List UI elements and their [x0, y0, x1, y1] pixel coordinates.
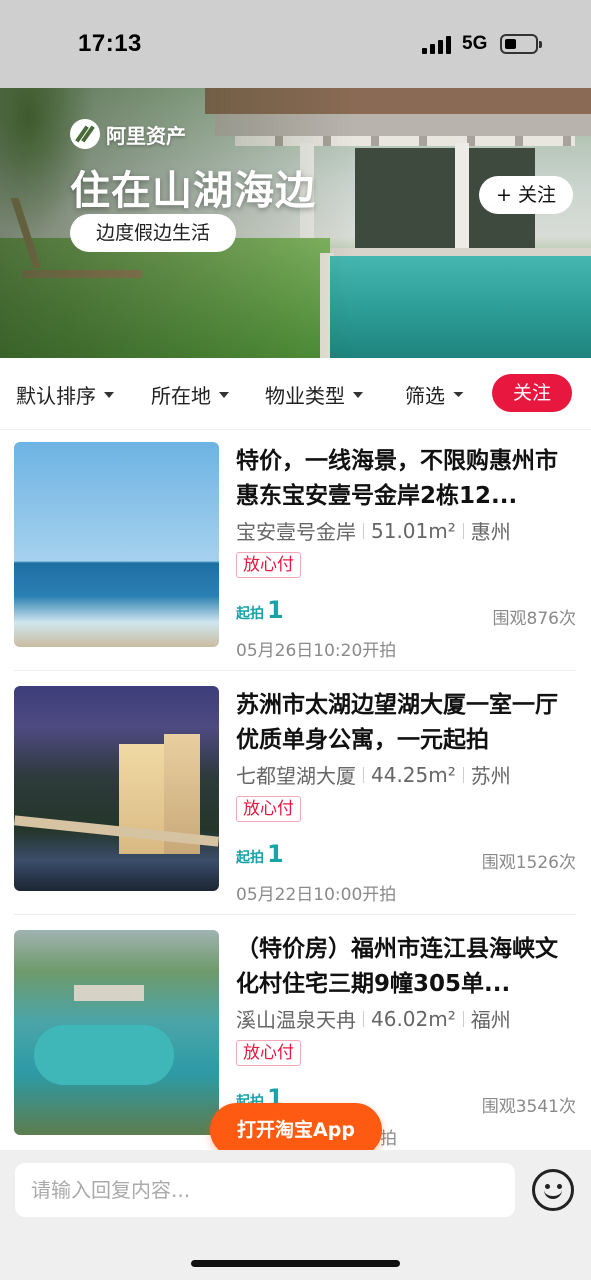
filter-sort[interactable]: 默认排序 [16, 380, 114, 409]
listing-title: 特价，一线海景，不限购惠州市惠东宝安壹号金岸2栋12... [236, 448, 558, 509]
filter-sort-label: 默认排序 [16, 384, 96, 408]
listing-city: 惠州 [470, 520, 511, 544]
auction-time: 05月26日10:20开拍 [236, 641, 397, 661]
listing-title: 苏洲市太湖边望湖大厦一室一厅优质单身公寓，一元起拍 [236, 692, 558, 753]
secure-pay-badge: 放心付 [236, 552, 301, 578]
listing-area: 46.02m² [371, 1006, 456, 1031]
meta-divider [462, 766, 464, 783]
listing-title: （特价房）福州市连江县海峡文化村住宅三期9幢305单... [236, 936, 558, 997]
listing-community: 七都望湖大厦 [236, 764, 356, 788]
reply-input[interactable] [15, 1163, 515, 1217]
auction-time: 05月22日10:00开拍 [236, 885, 397, 905]
listing-city: 苏州 [470, 764, 511, 788]
filter-property-type[interactable]: 物业类型 [265, 380, 363, 409]
follow-banner-button[interactable]: + 关注 [479, 176, 573, 214]
filter-property-type-label: 物业类型 [265, 384, 345, 408]
meta-divider [462, 1010, 464, 1027]
divider [14, 670, 576, 671]
start-price-label: 起拍 [236, 606, 264, 622]
funnel-icon: ⏷ [453, 386, 465, 403]
listing-community: 宝安壹号金岸 [236, 520, 356, 544]
secure-pay-badge: 放心付 [236, 1040, 301, 1066]
meta-divider [363, 1010, 364, 1027]
signal-bars-icon [422, 36, 452, 54]
listing-meta: 七都望湖大厦 44.25m² 苏州 [236, 760, 511, 789]
listing-meta: 宝安壹号金岸 51.01m² 惠州 [236, 516, 511, 545]
status-bar: 17:13 5G [0, 0, 591, 90]
start-price: 起拍 1 [236, 840, 284, 868]
caret-down-icon [219, 391, 229, 398]
listing-thumbnail [14, 686, 219, 891]
thumb-roof [74, 985, 144, 1001]
listing-card[interactable]: 苏洲市太湖边望湖大厦一室一厅优质单身公寓，一元起拍 七都望湖大厦 44.25m²… [14, 686, 576, 905]
view-count: 围观3541次 [481, 1097, 576, 1117]
listing-city: 福州 [470, 1008, 511, 1032]
filter-screen-label: 筛选 [405, 384, 445, 408]
brand-name: 阿里资产 [106, 123, 186, 148]
view-count: 围观876次 [492, 609, 576, 629]
listing-community: 溪山温泉天冉 [236, 1008, 356, 1032]
banner-tagline: 边度假边生活 [70, 214, 236, 252]
meta-divider [363, 522, 364, 539]
reply-bar [0, 1150, 591, 1280]
follow-button[interactable]: 关注 [492, 374, 572, 412]
meta-divider [363, 766, 364, 783]
divider [14, 914, 576, 915]
network-label: 5G [462, 33, 488, 54]
caret-down-icon [353, 391, 363, 398]
banner-title: 住在山湖海边 [70, 168, 316, 214]
ali-assets-logo-icon [70, 119, 100, 149]
listing-area: 51.01m² [371, 518, 456, 543]
view-count: 围观1526次 [481, 853, 576, 873]
thumb-pool [34, 1025, 174, 1085]
battery-icon [500, 34, 542, 54]
listing-card[interactable]: 特价，一线海景，不限购惠州市惠东宝安壹号金岸2栋12... 宝安壹号金岸 51.… [14, 442, 576, 661]
auction-time: 拍 [380, 1129, 397, 1149]
brand: 阿里资产 [70, 118, 186, 150]
caret-down-icon [104, 391, 114, 398]
filter-location-label: 所在地 [151, 384, 211, 408]
start-price-label: 起拍 [236, 850, 264, 866]
open-taobao-app-button[interactable]: 打开淘宝App [210, 1103, 382, 1157]
filter-screen[interactable]: 筛选 ⏷ [405, 380, 464, 409]
secure-pay-badge: 放心付 [236, 796, 301, 822]
listing-area: 44.25m² [371, 762, 456, 787]
status-time: 17:13 [78, 30, 142, 57]
listing-thumbnail [14, 442, 219, 647]
start-price: 起拍 1 [236, 596, 284, 624]
meta-divider [462, 522, 464, 539]
smiley-icon[interactable] [532, 1169, 574, 1211]
listing-thumbnail [14, 930, 219, 1135]
filter-location[interactable]: 所在地 [151, 380, 229, 409]
home-indicator[interactable] [191, 1260, 400, 1267]
listing-meta: 溪山温泉天冉 46.02m² 福州 [236, 1004, 511, 1033]
start-price-value: 1 [267, 840, 284, 868]
start-price-value: 1 [267, 596, 284, 624]
